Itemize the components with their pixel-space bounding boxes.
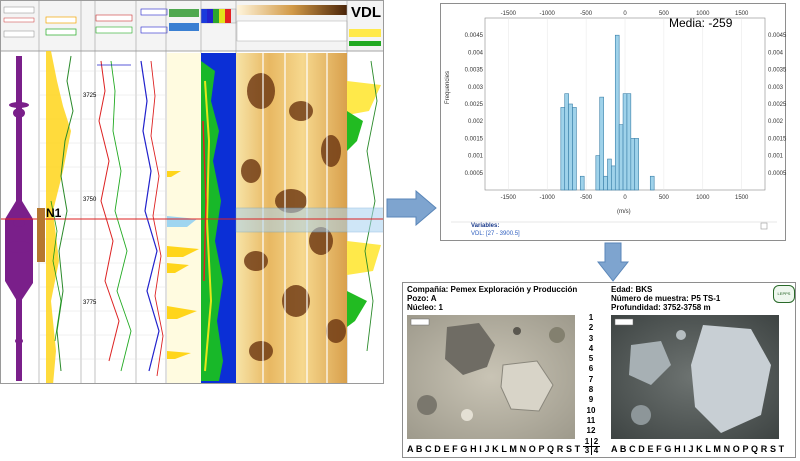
x-tick-label-bottom: 1500: [735, 195, 749, 201]
thin-section-right-image: [611, 315, 779, 439]
row-number: 11: [586, 415, 596, 425]
y-tick-label-left: 0.002: [468, 119, 484, 125]
media-label: Media: -259: [669, 16, 733, 30]
row-number: 4: [588, 343, 594, 353]
histogram-ylabel: Frequencies: [445, 71, 451, 104]
row-numbers: 1 2 3 4 5 6 7 8 9 10 11 12: [581, 313, 601, 437]
histogram-bar: [622, 93, 628, 191]
depth-tick-2: 3750: [83, 197, 97, 203]
y-tick-label-left: 0.0045: [465, 33, 484, 39]
age-label: Edad: BKS: [611, 285, 653, 294]
y-tick-label-left: 0.0005: [465, 171, 484, 177]
sample-panel: Compañía: Pemex Exploración y Producción…: [402, 282, 796, 458]
quadrant-3: 3: [583, 447, 592, 455]
lepps-logo: LEPPS: [773, 285, 795, 303]
row-number: 2: [588, 323, 594, 333]
y-tick-label-left: 0.001: [468, 154, 484, 160]
histogram-bar: [634, 138, 639, 191]
y-tick-label-left: 0.004: [468, 50, 484, 56]
y-tick-label-left: 0.0035: [465, 68, 484, 74]
histogram-bar: [630, 138, 636, 191]
row-number: 9: [588, 395, 594, 405]
x-tick-label-top: -1500: [501, 11, 517, 17]
x-tick-label-top: 0: [623, 11, 627, 17]
histogram-bar: [649, 175, 655, 191]
x-tick-label-bottom: 1000: [696, 195, 710, 201]
histogram-panel: -1500 -1000 -500 0 500 1000 1500 -1500 -1000 -50…: [440, 3, 787, 241]
y-tick-label-right: 0.0005: [768, 171, 787, 177]
y-tick-label-right: 0.0035: [768, 68, 787, 74]
x-tick-label-bottom: 0: [623, 195, 627, 201]
row-number: 7: [588, 374, 594, 384]
quadrant-index: 1 2 3 4: [583, 438, 600, 456]
variables-value[interactable]: VDL: [27 - 3900.5]: [471, 231, 520, 237]
y-tick-label-right: 0.003: [768, 85, 784, 91]
histogram-bar: [618, 124, 624, 191]
letters-ruler-left: A B C D E F G H I J K L M N O P Q R S T: [407, 444, 581, 454]
histogram-chart: -1500 -1000 -500 0 500 1000 1500 -1500 -1000 -50…: [445, 11, 787, 230]
n1-label: N1: [46, 206, 62, 220]
y-tick-label-right: 0.004: [768, 50, 784, 56]
histogram-bar: [599, 96, 604, 191]
x-tick-label-bottom: 500: [659, 195, 670, 201]
row-number: 6: [588, 364, 594, 374]
y-tick-label-left: 0.0015: [465, 136, 484, 142]
down-arrow-icon: [597, 242, 629, 282]
variables-title: Variables:: [471, 223, 500, 229]
sample-number-label: Número de muestra: P5 TS-1: [611, 294, 721, 303]
x-tick-label-top: -500: [580, 11, 593, 17]
x-tick-label-bottom: -1000: [540, 195, 556, 201]
histogram-bar: [595, 155, 601, 191]
variables-checkbox[interactable]: [760, 222, 768, 230]
core-label: Núcleo: 1: [407, 303, 444, 312]
y-tick-label-right: 0.0025: [768, 102, 787, 108]
thin-section-left-image: [407, 315, 575, 439]
histogram-bar: [614, 34, 620, 191]
histogram-bar: [560, 107, 566, 191]
histogram-bar: [607, 158, 612, 191]
y-tick-label-left: 0.0025: [465, 102, 484, 108]
well-log-panel: 3725 3750 3775 VDL N1: [0, 0, 384, 384]
row-number: 8: [588, 385, 594, 395]
letters-ruler-right: A B C D E F G H I J K L M N O P Q R S T: [611, 444, 785, 454]
histogram-bar: [564, 93, 569, 191]
x-tick-label-top: 500: [659, 11, 670, 17]
row-number: 5: [588, 354, 594, 364]
quadrant-4: 4: [593, 446, 599, 455]
row-number: 12: [586, 426, 596, 436]
row-number: 10: [586, 405, 596, 415]
y-tick-label-right: 0.001: [768, 154, 784, 160]
well-label: Pozo: A: [407, 294, 437, 303]
depth-tick-3: 3775: [83, 300, 97, 306]
histogram-bar: [579, 175, 585, 191]
histogram-bar: [568, 103, 573, 191]
row-number: 1: [588, 313, 594, 322]
x-tick-label-bottom: -1500: [501, 195, 517, 201]
histogram-bar: [603, 175, 608, 191]
y-tick-label-right: 0.0045: [768, 33, 787, 39]
vdl-label: VDL: [351, 4, 381, 21]
histogram-bar: [611, 165, 616, 191]
right-arrow-icon: [386, 190, 437, 226]
histogram-bar: [626, 93, 632, 191]
y-tick-label-right: 0.002: [768, 119, 784, 125]
y-tick-label-right: 0.0015: [768, 136, 787, 142]
x-tick-label-bottom: -500: [580, 195, 593, 201]
histogram-bar: [572, 107, 577, 191]
x-tick-label-top: -1000: [540, 11, 556, 17]
company-label: Compañía: Pemex Exploración y Producción: [407, 285, 578, 294]
row-number: 3: [588, 333, 594, 343]
y-tick-label-left: 0.003: [468, 85, 484, 91]
histogram-xlabel: (m/s): [617, 209, 631, 215]
depth-label: Profundidad: 3752-3758 m: [611, 303, 711, 312]
x-tick-label-top: 1500: [735, 11, 749, 17]
well-log-tracks: 3725 3750 3775: [1, 1, 383, 383]
depth-tick-1: 3725: [83, 93, 97, 99]
